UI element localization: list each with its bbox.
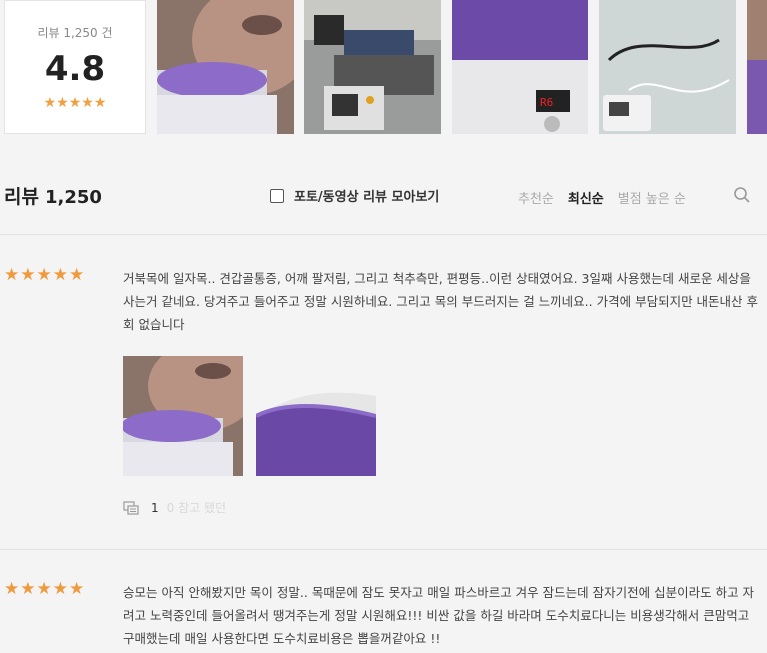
review-total-count: 1,250	[44, 187, 102, 208]
review-section-title: 리뷰 1,250	[4, 182, 102, 209]
purple-cushion-photo-icon: R6	[452, 0, 588, 134]
review-1-stars-icon: ★★★★★	[4, 265, 86, 285]
sort-recommended[interactable]: 추천순	[518, 188, 554, 207]
sort-options: 추천순 최신순 별점 높은 순	[518, 188, 686, 207]
rating-summary-card: 리뷰 1,250 건 4.8 ★★★★★	[4, 0, 146, 134]
gallery-thumbnail-2[interactable]	[304, 0, 441, 134]
cable-controller-photo-icon	[599, 0, 736, 134]
review-1-image-1[interactable]	[123, 356, 243, 476]
gallery-thumbnail-5[interactable]	[747, 0, 767, 134]
gallery-thumbnail-3[interactable]: R6	[452, 0, 588, 134]
partial-photo-icon	[747, 0, 767, 134]
review-2-text: 승모는 아직 안해봤지만 목이 정말.. 목때문에 잠도 못자고 매일 파스바르…	[123, 585, 755, 646]
comment-count: 1	[151, 500, 159, 515]
review-title: 리뷰	[4, 186, 39, 208]
photo-filter-label: 포토/동영상 리뷰 모아보기	[294, 190, 440, 205]
average-score: 4.8	[44, 49, 106, 89]
review-count-label: 리뷰 1,250 건	[37, 26, 113, 40]
review-1-image-2[interactable]	[256, 356, 376, 476]
review-2-stars-icon: ★★★★★	[4, 579, 86, 599]
review-1-meta: 1 0 참고 됐던	[123, 499, 226, 516]
photo-filter-checkbox[interactable]	[270, 188, 284, 203]
device-in-use-photo-icon	[304, 0, 441, 134]
neck-massage-photo-icon	[123, 356, 243, 476]
gallery-thumbnail-1[interactable]	[157, 0, 294, 134]
review-1-text: 거북목에 일자목.. 견갑골통증, 어깨 팔저림, 그리고 척추측만, 편평등.…	[123, 271, 759, 332]
search-icon[interactable]	[733, 186, 751, 204]
photo-review-filter[interactable]: 포토/동영상 리뷰 모아보기	[270, 186, 439, 205]
sort-latest[interactable]: 최신순	[568, 188, 604, 207]
header-divider	[0, 234, 767, 235]
sort-highest-rating[interactable]: 별점 높은 순	[618, 188, 686, 207]
review-divider	[0, 549, 767, 550]
helpful-button[interactable]: 0 참고 됐던	[167, 499, 226, 516]
gallery-thumbnail-4[interactable]	[599, 0, 736, 134]
average-stars-icon: ★★★★★	[43, 95, 107, 111]
svg-text:R6: R6	[540, 96, 553, 109]
neck-massage-photo-icon	[157, 0, 294, 134]
purple-cushion-photo-icon	[256, 356, 376, 476]
comment-icon[interactable]	[123, 500, 139, 515]
